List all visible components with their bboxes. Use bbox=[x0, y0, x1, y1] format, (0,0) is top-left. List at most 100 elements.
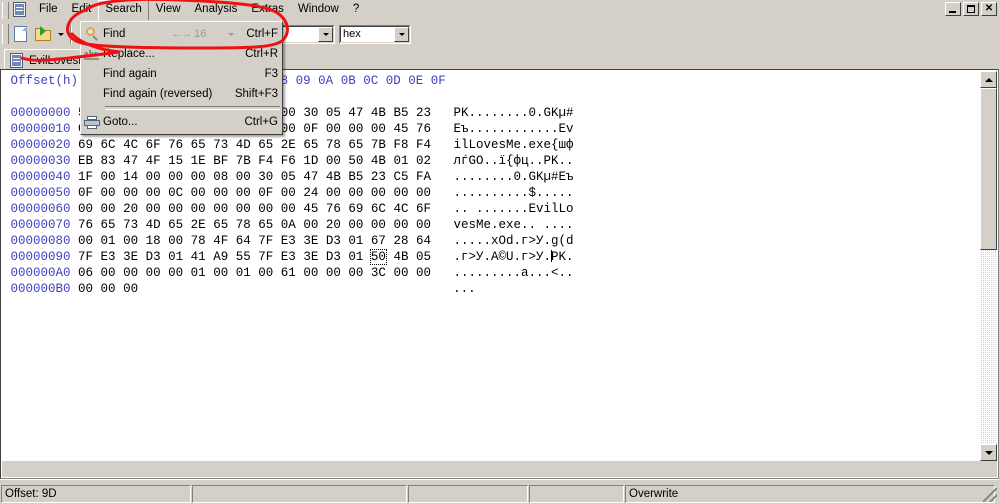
hex-byte[interactable]: 00 bbox=[348, 122, 363, 136]
hex-byte[interactable]: 05 bbox=[326, 106, 341, 120]
restore-button[interactable] bbox=[963, 2, 979, 16]
menu-window[interactable]: Window bbox=[291, 0, 346, 20]
hex-byte[interactable]: 24 bbox=[303, 186, 318, 200]
vertical-scroll-track[interactable] bbox=[980, 88, 997, 444]
hex-row[interactable]: 00000030 EB 83 47 4F 15 1E BF 7B F4 F6 1… bbox=[3, 153, 979, 169]
vertical-scroll-thumb[interactable] bbox=[980, 88, 997, 250]
menu-item-find[interactable]: Find ←→ 16 Ctrl+F bbox=[81, 24, 282, 44]
hex-byte[interactable]: 00 bbox=[168, 170, 183, 184]
hex-byte[interactable]: 0C bbox=[168, 186, 183, 200]
hex-byte[interactable]: 76 bbox=[416, 122, 431, 136]
hex-byte[interactable]: 3E bbox=[303, 250, 318, 264]
hex-byte[interactable]: 1E bbox=[191, 154, 206, 168]
datatype-combo-arrow[interactable] bbox=[394, 26, 409, 42]
hex-byte[interactable]: 00 bbox=[123, 266, 138, 280]
hex-byte[interactable]: F8 bbox=[393, 138, 408, 152]
hex-byte[interactable]: FA bbox=[416, 170, 431, 184]
hex-byte[interactable]: 00 bbox=[281, 122, 296, 136]
hex-byte[interactable]: 00 bbox=[326, 186, 341, 200]
hex-byte[interactable]: 00 bbox=[101, 282, 116, 296]
hex-byte[interactable]: 00 bbox=[348, 186, 363, 200]
hex-row[interactable]: 00000090 7F E3 3E D3 01 41 A9 55 7F E3 3… bbox=[3, 249, 979, 265]
hex-byte[interactable]: 83 bbox=[101, 154, 116, 168]
hex-byte[interactable]: 00 bbox=[326, 122, 341, 136]
hex-byte[interactable]: 00 bbox=[168, 266, 183, 280]
hex-byte[interactable]: 65 bbox=[303, 138, 318, 152]
hex-byte[interactable]: 00 bbox=[371, 186, 386, 200]
hex-byte[interactable]: 78 bbox=[236, 218, 251, 232]
hex-row-ascii[interactable]: ........0.GKµ#Eъ bbox=[439, 170, 574, 184]
hex-byte[interactable]: 65 bbox=[348, 138, 363, 152]
menu-item-find-again[interactable]: Find again F3 bbox=[81, 64, 282, 84]
hex-byte[interactable]: 50 bbox=[348, 154, 363, 168]
hex-byte[interactable]: 01 bbox=[348, 234, 363, 248]
hex-byte[interactable]: 00 bbox=[101, 266, 116, 280]
hex-byte[interactable]: 00 bbox=[191, 202, 206, 216]
hex-byte[interactable]: 1F bbox=[78, 170, 93, 184]
hex-byte[interactable]: 69 bbox=[348, 202, 363, 216]
hex-byte[interactable]: 61 bbox=[281, 266, 296, 280]
hex-byte[interactable]: 01 bbox=[168, 250, 183, 264]
hex-byte[interactable]: 00 bbox=[281, 202, 296, 216]
hex-row-ascii[interactable]: .г>У.A©U.г>У.PK. bbox=[439, 250, 574, 264]
hex-byte[interactable]: 00 bbox=[393, 218, 408, 232]
hex-byte-selected[interactable]: 50 bbox=[369, 249, 387, 265]
hex-byte[interactable]: 02 bbox=[416, 154, 431, 168]
hex-byte[interactable]: 00 bbox=[146, 202, 161, 216]
hex-byte[interactable]: 14 bbox=[123, 170, 138, 184]
hex-byte[interactable]: 00 bbox=[101, 186, 116, 200]
horizontal-scrollbar-area[interactable] bbox=[2, 461, 997, 477]
hex-byte[interactable]: 00 bbox=[213, 266, 228, 280]
hex-byte[interactable]: 00 bbox=[348, 266, 363, 280]
hex-byte[interactable]: 1D bbox=[303, 154, 318, 168]
hex-byte[interactable]: 65 bbox=[168, 218, 183, 232]
menu-item-replace[interactable]: abc Replace... Ctrl+R bbox=[81, 44, 282, 64]
hex-byte[interactable]: 2E bbox=[191, 218, 206, 232]
hex-byte[interactable]: 76 bbox=[78, 218, 93, 232]
hex-byte[interactable]: 73 bbox=[123, 218, 138, 232]
hex-byte[interactable]: 2E bbox=[281, 138, 296, 152]
hex-byte[interactable]: 78 bbox=[191, 234, 206, 248]
hex-byte[interactable]: 7B bbox=[236, 154, 251, 168]
hex-byte[interactable]: 76 bbox=[326, 202, 341, 216]
hex-byte[interactable]: 65 bbox=[101, 218, 116, 232]
hex-byte[interactable]: 4B bbox=[371, 154, 386, 168]
hex-byte[interactable]: 05 bbox=[281, 170, 296, 184]
hex-byte[interactable]: 00 bbox=[146, 186, 161, 200]
menu-bar-grip[interactable] bbox=[2, 1, 9, 19]
hex-byte[interactable]: 41 bbox=[191, 250, 206, 264]
hex-byte[interactable]: 4B bbox=[393, 250, 408, 264]
menu-file[interactable]: File bbox=[32, 0, 65, 20]
hex-byte[interactable]: 78 bbox=[326, 138, 341, 152]
menu-extras[interactable]: Extras bbox=[244, 0, 291, 20]
hex-byte[interactable]: 00 bbox=[236, 202, 251, 216]
hex-byte[interactable]: 00 bbox=[281, 186, 296, 200]
open-recent-dropdown-button[interactable] bbox=[55, 23, 67, 45]
hex-byte[interactable]: 00 bbox=[371, 218, 386, 232]
hex-byte[interactable]: 4D bbox=[146, 218, 161, 232]
hex-row[interactable]: 00000060 00 00 20 00 00 00 00 00 00 00 4… bbox=[3, 201, 979, 217]
hex-byte[interactable]: 00 bbox=[348, 218, 363, 232]
menu-help[interactable]: ? bbox=[346, 0, 366, 20]
hex-byte[interactable]: 0F bbox=[258, 186, 273, 200]
hex-byte[interactable]: 00 bbox=[146, 266, 161, 280]
hex-row[interactable]: 00000050 0F 00 00 00 0C 00 00 00 0F 00 2… bbox=[3, 185, 979, 201]
hex-byte[interactable]: 00 bbox=[191, 170, 206, 184]
hex-byte[interactable]: 64 bbox=[416, 234, 431, 248]
hex-byte[interactable]: 01 bbox=[191, 266, 206, 280]
minimize-button[interactable] bbox=[945, 2, 961, 16]
hex-byte[interactable]: 47 bbox=[303, 170, 318, 184]
hex-byte[interactable]: 28 bbox=[393, 234, 408, 248]
hex-byte[interactable]: 00 bbox=[191, 186, 206, 200]
hex-byte[interactable]: 4C bbox=[123, 138, 138, 152]
hex-byte[interactable]: 01 bbox=[393, 154, 408, 168]
hex-row[interactable]: 000000B0 00 00 00 ... bbox=[3, 281, 979, 297]
hex-byte[interactable]: 55 bbox=[236, 250, 251, 264]
hex-byte[interactable]: F4 bbox=[258, 154, 273, 168]
hex-byte[interactable]: 00 bbox=[416, 266, 431, 280]
hex-byte[interactable]: 18 bbox=[146, 234, 161, 248]
hex-byte[interactable]: 65 bbox=[258, 138, 273, 152]
hex-byte[interactable]: 00 bbox=[281, 106, 296, 120]
hex-byte[interactable]: 20 bbox=[326, 218, 341, 232]
hex-byte[interactable]: E3 bbox=[281, 250, 296, 264]
